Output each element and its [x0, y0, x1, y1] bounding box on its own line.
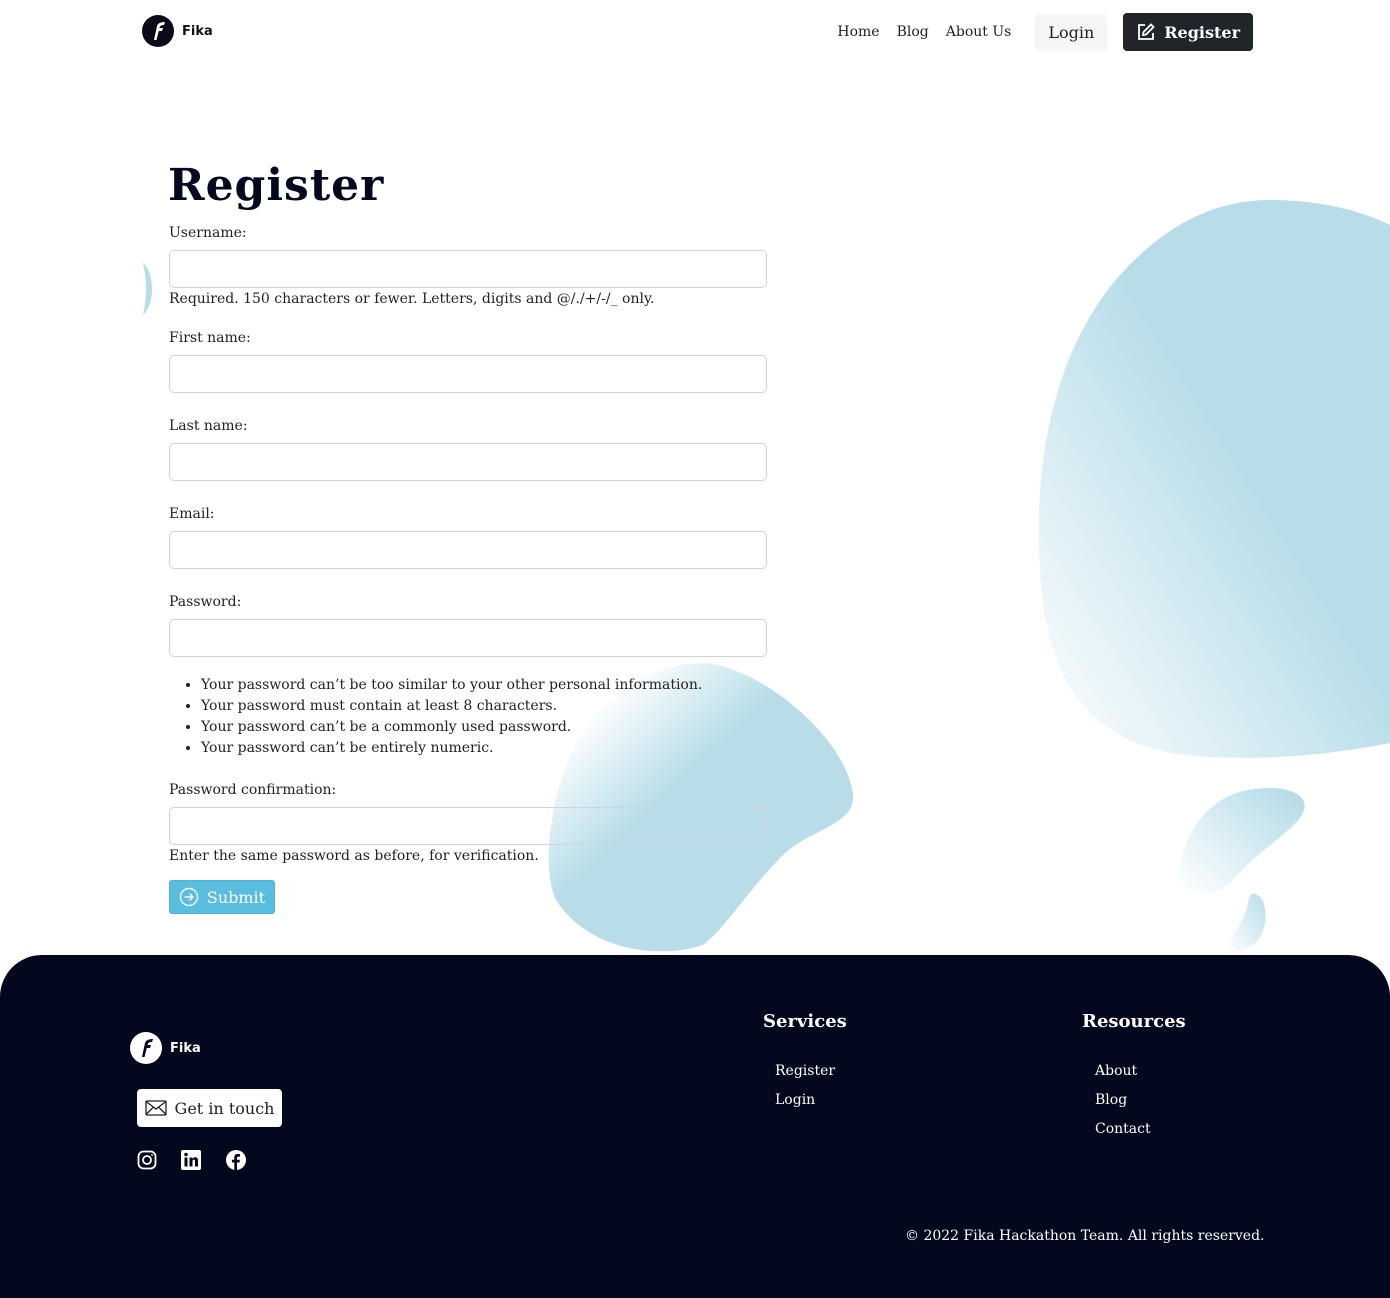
arrow-right-circle-icon: [179, 887, 199, 907]
login-button[interactable]: Login: [1035, 13, 1108, 51]
first-name-input[interactable]: [169, 355, 767, 393]
footer-brand-name: Fika: [170, 1040, 201, 1056]
password-rule: Your password must contain at least 8 ch…: [201, 696, 767, 717]
footer-link-register[interactable]: Register: [775, 1063, 835, 1079]
register-form: Username: Required. 150 characters or fe…: [169, 225, 767, 914]
facebook-icon[interactable]: [226, 1150, 246, 1170]
page-title: Register: [168, 160, 385, 211]
background-blob-small: [1179, 787, 1305, 894]
footer-link-blog[interactable]: Blog: [1095, 1092, 1127, 1108]
footer-link-login[interactable]: Login: [775, 1092, 815, 1108]
register-button-label: Register: [1164, 22, 1240, 42]
last-name-input[interactable]: [169, 443, 767, 481]
last-name-label: Last name:: [169, 418, 248, 434]
password-label: Password:: [169, 594, 242, 610]
site-footer: Fika Get in touch Services Register Logi…: [0, 955, 1390, 1298]
background-blob-drop: [1227, 893, 1266, 952]
get-in-touch-label: Get in touch: [174, 1098, 275, 1118]
password-rule: Your password can’t be a commonly used p…: [201, 717, 767, 738]
resources-heading: Resources: [1082, 1011, 1186, 1032]
brand-logo[interactable]: Fika: [142, 15, 213, 47]
footer-link-contact[interactable]: Contact: [1095, 1121, 1151, 1137]
edit-icon: [1138, 23, 1156, 40]
footer-brand-logo[interactable]: Fika: [130, 1032, 201, 1064]
password-rule: Your password can’t be too similar to yo…: [201, 675, 767, 696]
instagram-icon[interactable]: [137, 1150, 157, 1170]
password-input[interactable]: [169, 619, 767, 657]
submit-button[interactable]: Submit: [169, 880, 275, 914]
username-input[interactable]: [169, 250, 767, 288]
services-heading: Services: [763, 1011, 847, 1032]
username-help-text: Required. 150 characters or fewer. Lette…: [169, 291, 655, 307]
brand-name: Fika: [182, 23, 213, 39]
password-confirmation-input[interactable]: [169, 807, 767, 845]
main-nav: Home Blog About Us Login Register: [837, 13, 1253, 51]
footer-link-about[interactable]: About: [1095, 1063, 1137, 1079]
first-name-label: First name:: [169, 330, 251, 346]
password-rules-list: Your password can’t be too similar to yo…: [169, 675, 767, 759]
email-input[interactable]: [169, 531, 767, 569]
nav-about-us[interactable]: About Us: [946, 24, 1012, 40]
envelope-icon: [144, 1100, 167, 1116]
background-blob-large: [1038, 200, 1390, 758]
username-label: Username:: [169, 225, 247, 241]
background-blob-edge: [143, 263, 152, 315]
linkedin-icon[interactable]: [181, 1150, 201, 1170]
site-header: Fika Home Blog About Us Login Register: [0, 0, 1390, 64]
nav-home[interactable]: Home: [837, 24, 879, 40]
get-in-touch-button[interactable]: Get in touch: [137, 1089, 282, 1127]
password-confirmation-label: Password confirmation:: [169, 782, 337, 798]
password-rule: Your password can’t be entirely numeric.: [201, 738, 767, 759]
nav-blog[interactable]: Blog: [897, 24, 929, 40]
submit-button-label: Submit: [206, 887, 266, 907]
email-label: Email:: [169, 506, 215, 522]
fika-logo-icon: [130, 1032, 162, 1064]
register-button[interactable]: Register: [1123, 13, 1253, 51]
password-confirmation-help-text: Enter the same password as before, for v…: [169, 848, 539, 864]
copyright-text: © 2022 Fika Hackathon Team. All rights r…: [905, 1228, 1265, 1244]
fika-logo-icon: [142, 15, 174, 47]
